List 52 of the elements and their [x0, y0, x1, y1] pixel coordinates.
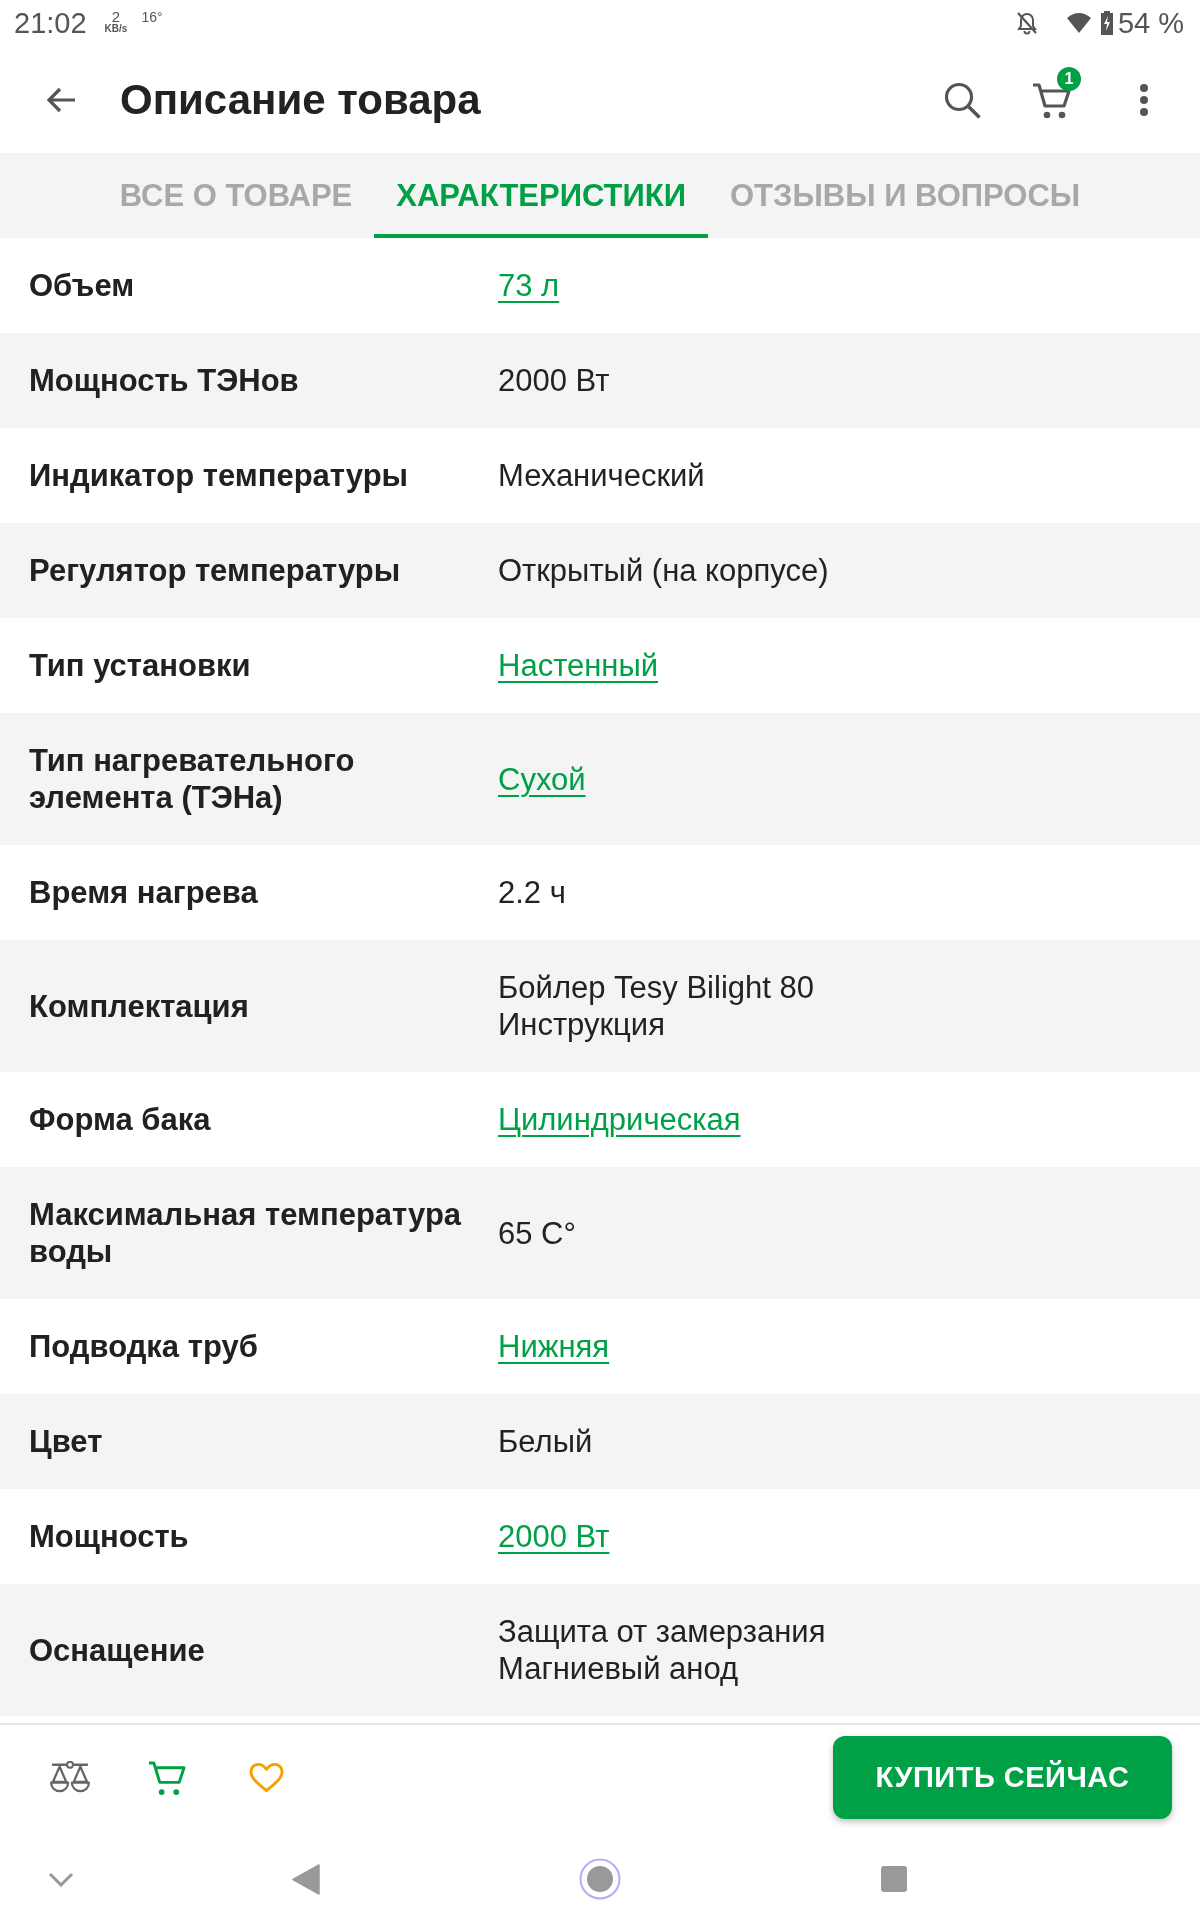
clock-time: 21:02: [14, 6, 87, 40]
spec-name: Время нагрева: [29, 874, 259, 911]
spec-name: Подводка труб: [29, 1328, 259, 1365]
spec-value-link[interactable]: 73 л: [498, 267, 560, 304]
spec-name: Регулятор температуры: [29, 552, 402, 589]
search-icon[interactable]: [943, 80, 981, 119]
spec-value: 2.2 ч: [498, 874, 566, 911]
bell-off-icon: [1015, 11, 1038, 35]
back-arrow-icon[interactable]: [45, 85, 77, 114]
tab[interactable]: ВСЕ О ТОВАРЕ: [97, 153, 375, 238]
spec-name: Мощность ТЭНов: [29, 362, 300, 399]
spec-name: Комплектация: [29, 987, 250, 1025]
spec-value: Белый: [498, 1423, 593, 1460]
cart-icon[interactable]: [148, 1759, 187, 1796]
spec-value: Защита от замерзания: [498, 1613, 826, 1650]
spec-value-link[interactable]: Цилиндрическая: [498, 1101, 741, 1138]
spec-name: Мощность: [29, 1518, 190, 1555]
spec-value-link[interactable]: Настенный: [498, 647, 659, 684]
spec-value: 2000 Вт: [498, 362, 610, 399]
spec-name: Индикатор температуры: [29, 457, 410, 494]
spec-value: Магниевый анод: [498, 1650, 739, 1687]
heart-icon[interactable]: [249, 1762, 284, 1793]
spec-name: Цвет: [29, 1423, 104, 1460]
tab[interactable]: ОТЗЫВЫ И ВОПРОСЫ: [708, 153, 1103, 238]
more-options-icon[interactable]: [1139, 82, 1149, 117]
spec-value-link[interactable]: Нижняя: [498, 1328, 610, 1365]
page-title: Описание товара: [120, 75, 481, 124]
spec-value: Механический: [498, 457, 705, 494]
buy-now-button[interactable]: КУПИТЬ СЕЙЧАС: [833, 1736, 1172, 1819]
battery-icon: [1099, 11, 1114, 35]
back-triangle-icon[interactable]: [292, 1863, 320, 1895]
temperature-text: 16°: [141, 9, 163, 25]
spec-name: Максимальная температура воды: [29, 1196, 463, 1270]
cart-count-badge: 1: [1057, 66, 1081, 91]
network-speed-unit: KB/s: [104, 23, 128, 34]
spec-name: Объем: [29, 267, 136, 304]
spec-name: Оснащение: [29, 1631, 206, 1669]
spec-name: Тип установки: [29, 647, 252, 684]
spec-value: Бойлер Tesy Bilight 80: [498, 969, 814, 1006]
scales-icon[interactable]: [49, 1760, 91, 1795]
home-circle-icon[interactable]: [579, 1858, 621, 1900]
battery-percentage: 54 %: [1117, 6, 1184, 40]
chevron-down-icon[interactable]: [48, 1871, 74, 1887]
network-speed-value: 2: [111, 8, 121, 24]
spec-name: Тип нагревательного элемента (ТЭНа): [29, 742, 356, 816]
wifi-icon: [1065, 12, 1092, 34]
spec-value: Открытый (на корпусе): [498, 552, 829, 589]
spec-value-link[interactable]: Сухой: [498, 760, 586, 798]
spec-value: Инструкция: [498, 1006, 665, 1043]
spec-value: 65 C°: [498, 1214, 576, 1252]
spec-value-link[interactable]: 2000 Вт: [498, 1518, 610, 1555]
spec-name: Форма бака: [29, 1101, 212, 1138]
